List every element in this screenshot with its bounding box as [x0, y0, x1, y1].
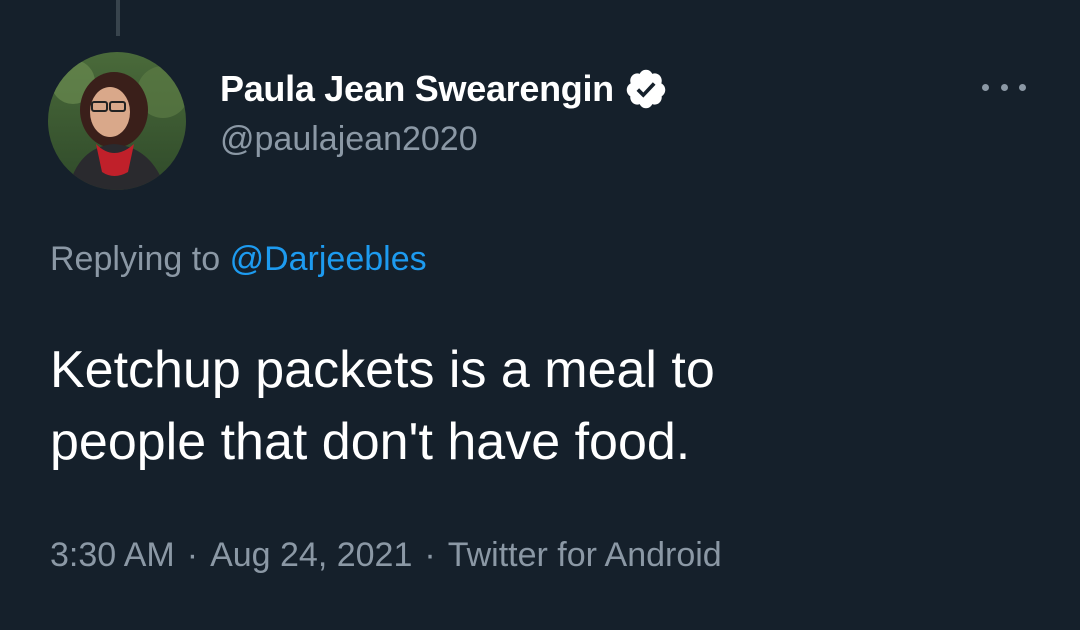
- tweet-line: people that don't have food.: [50, 413, 691, 471]
- tweet-source[interactable]: Twitter for Android: [448, 536, 722, 574]
- dot: [1000, 83, 1008, 91]
- replying-to-label: Replying to: [50, 240, 221, 278]
- dot: [982, 83, 989, 91]
- author-block: Paula Jean Swearengin @paulajean2020: [220, 64, 668, 204]
- replying-to-line: Replying to @Darjeebles: [50, 240, 427, 279]
- dot: [1019, 83, 1026, 91]
- avatar-image: [48, 52, 186, 190]
- meta-separator: ·: [424, 536, 436, 574]
- display-name[interactable]: Paula Jean Swearengin: [220, 68, 614, 110]
- tweet-line: Ketchup packets is a meal to: [50, 341, 715, 399]
- tweet-time[interactable]: 3:30 AM: [50, 536, 175, 574]
- tweet-date[interactable]: Aug 24, 2021: [210, 536, 412, 574]
- avatar[interactable]: [48, 52, 186, 190]
- reply-mention-link[interactable]: @Darjeebles: [230, 240, 427, 278]
- author-handle[interactable]: @paulajean2020: [220, 120, 668, 159]
- name-row: Paula Jean Swearengin: [220, 64, 668, 114]
- verified-badge-icon: [624, 67, 668, 111]
- thread-connector-line: [116, 0, 120, 36]
- tweet-text: Ketchup packets is a meal to people that…: [50, 334, 1030, 478]
- meta-separator: ·: [186, 536, 199, 574]
- more-options-icon[interactable]: [982, 74, 1026, 100]
- tweet-metadata: 3:30 AM · Aug 24, 2021 · Twitter for Android: [50, 536, 722, 575]
